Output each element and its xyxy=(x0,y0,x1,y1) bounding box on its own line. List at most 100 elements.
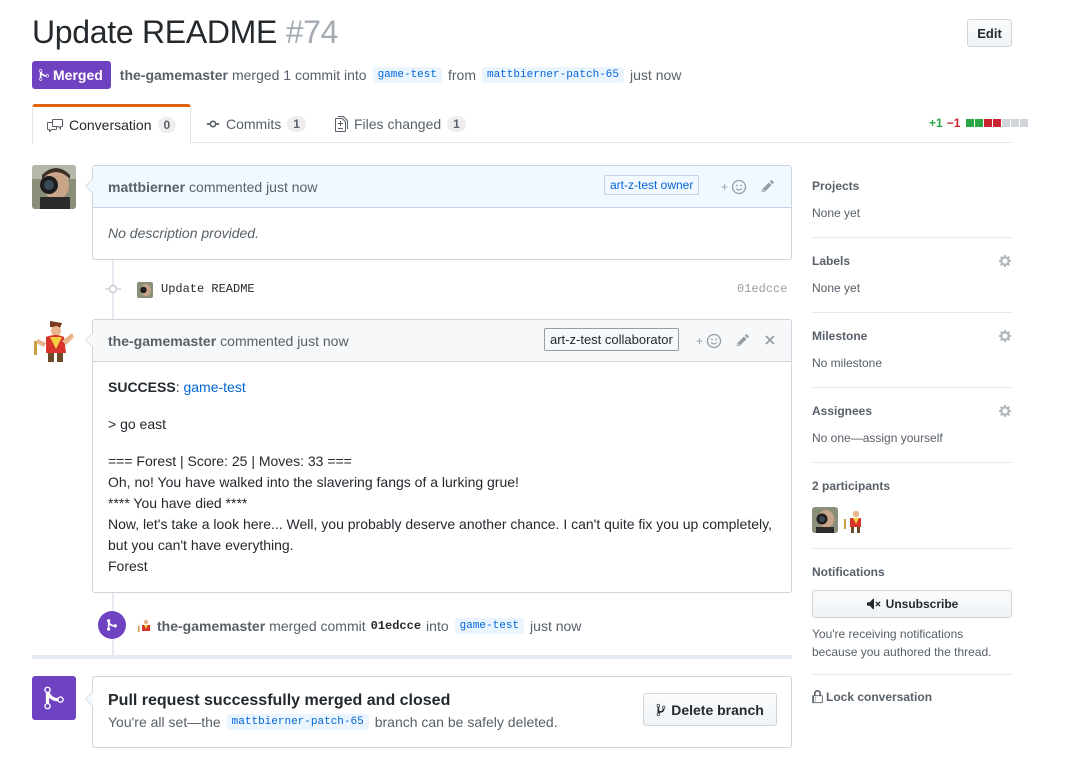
merge-action-text: merged 1 commit into xyxy=(231,67,367,83)
author-role-badge: art-z-test collaborator xyxy=(544,328,679,351)
base-branch-ref[interactable]: game-test xyxy=(372,67,442,83)
pr-meta: Merged the-gamemaster merged 1 commit in… xyxy=(32,61,681,89)
comment-header: mattbierner commented just now art-z-tes… xyxy=(93,166,791,208)
gear-icon[interactable] xyxy=(998,329,1012,343)
assign-yourself-link[interactable]: No one—assign yourself xyxy=(812,431,943,445)
tab-conversation[interactable]: Conversation 0 xyxy=(32,104,192,144)
avatar-the-gamemaster-small-icon[interactable] xyxy=(137,618,153,634)
merge-box-branch[interactable]: mattbierner-patch-65 xyxy=(226,714,369,730)
svg-text:+: + xyxy=(721,180,728,194)
merge-event-text: merged commit xyxy=(269,618,366,634)
diffstat-block xyxy=(984,119,993,127)
file-diff-icon xyxy=(335,115,348,132)
merge-event-author[interactable]: the-gamemaster xyxy=(157,618,265,634)
comment-author[interactable]: mattbierner xyxy=(108,179,185,195)
merge-box-text: You're all set—the mattbierner-patch-65 … xyxy=(108,714,558,730)
sidebar-heading[interactable]: Projects xyxy=(812,179,859,193)
merged-status-icon-box xyxy=(32,676,76,720)
sidebar-value: None yet xyxy=(812,281,861,295)
output-line: Now, let's take a look here... Well, you… xyxy=(108,516,772,553)
timeline-divider xyxy=(32,655,792,659)
merge-event-time[interactable]: just now xyxy=(530,618,581,634)
pr-title: Update README xyxy=(32,14,278,50)
comment-the-gamemaster: the-gamemaster commented just now art-z-… xyxy=(85,319,792,593)
sidebar-value: None yet xyxy=(812,206,861,220)
commit-icon xyxy=(206,120,220,127)
merge-event-branch[interactable]: game-test xyxy=(454,618,525,634)
sidebar-assignees: Assignees No one—assign yourself xyxy=(812,388,1012,463)
delete-branch-label: Delete branch xyxy=(671,701,764,718)
avatar[interactable] xyxy=(32,165,76,209)
mute-icon xyxy=(866,598,881,610)
diffstat-block xyxy=(975,119,984,127)
comment-author[interactable]: the-gamemaster xyxy=(108,333,216,349)
merge-event: the-gamemaster merged commit 01edcce int… xyxy=(137,616,581,636)
edit-button[interactable]: Edit xyxy=(967,19,1012,47)
merge-event-badge xyxy=(98,611,126,639)
add-reaction-icon[interactable]: + xyxy=(696,333,724,349)
pr-number: #74 xyxy=(285,14,339,50)
diffstat[interactable]: +1 −1 xyxy=(929,116,1029,130)
tab-commits[interactable]: Commits 1 xyxy=(206,104,306,143)
sidebar-labels: Labels None yet xyxy=(812,238,1012,313)
sidebar-heading: Milestone xyxy=(812,329,868,343)
tab-counter: 1 xyxy=(287,115,306,132)
merge-event-sha[interactable]: 01edcce xyxy=(371,619,421,633)
avatar-mattbierner-small-icon xyxy=(137,282,153,298)
avatar-mattbierner-icon xyxy=(32,165,76,209)
sidebar-heading: Labels xyxy=(812,254,851,268)
diffstat-block xyxy=(1020,119,1029,127)
notifications-reason: You're receiving notifications because y… xyxy=(812,625,991,661)
merge-status-box: Pull request successfully merged and clo… xyxy=(85,676,792,748)
sidebar-milestone: Milestone No milestone xyxy=(812,313,1012,388)
deletions-count: −1 xyxy=(946,116,961,130)
pr-author-link[interactable]: the-gamemaster xyxy=(120,67,228,83)
tab-label: Conversation xyxy=(69,117,152,133)
avatar-the-gamemaster-icon xyxy=(32,319,76,363)
avatar[interactable] xyxy=(32,319,76,363)
pencil-icon[interactable] xyxy=(736,333,750,347)
close-icon[interactable] xyxy=(764,334,776,346)
diffstat-block xyxy=(966,119,975,127)
tab-counter: 1 xyxy=(447,115,466,132)
comment-mattbierner: mattbierner commented just now art-z-tes… xyxy=(85,165,792,260)
gear-icon[interactable] xyxy=(998,404,1012,418)
commit-message-link[interactable]: Update README xyxy=(161,282,255,296)
git-merge-icon xyxy=(44,686,64,710)
gear-icon[interactable] xyxy=(998,254,1012,268)
sidebar-projects: Projects None yet xyxy=(812,165,1012,238)
lock-conversation-label: Lock conversation xyxy=(826,690,933,704)
commit-author-avatar[interactable] xyxy=(137,282,153,298)
sidebar-heading: Assignees xyxy=(812,404,873,418)
branch-icon xyxy=(656,703,666,716)
pencil-icon[interactable] xyxy=(761,179,775,193)
comment-timestamp[interactable]: commented just now xyxy=(189,179,317,195)
comment-timestamp[interactable]: commented just now xyxy=(220,333,348,349)
game-link[interactable]: game-test xyxy=(183,379,245,395)
comment-discussion-icon xyxy=(47,119,63,132)
unsubscribe-button[interactable]: Unsubscribe xyxy=(812,590,1012,618)
participant-avatar-the-gamemaster-icon[interactable] xyxy=(842,507,868,533)
comment-caret xyxy=(85,178,93,194)
merge-event-into: into xyxy=(426,618,449,634)
diffstat-block xyxy=(1002,119,1011,127)
tab-files-changed[interactable]: Files changed 1 xyxy=(335,104,466,143)
output-line: === Forest | Score: 25 | Moves: 33 === xyxy=(108,453,352,469)
comment-body: SUCCESS: game-test > go east === Forest … xyxy=(93,362,791,592)
delete-branch-button[interactable]: Delete branch xyxy=(643,693,777,726)
tab-label: Commits xyxy=(226,115,282,132)
head-branch-ref[interactable]: mattbierner-patch-65 xyxy=(481,67,625,83)
merge-icon xyxy=(39,69,49,81)
page-title: Update README #74 xyxy=(32,14,338,51)
add-reaction-icon[interactable]: + xyxy=(721,179,749,195)
output-line: Forest xyxy=(108,558,148,574)
participant-avatar-mattbierner-icon[interactable] xyxy=(812,507,838,533)
commit-sha-link[interactable]: 01edcce xyxy=(737,282,787,296)
merge-box-text2: branch can be safely deleted. xyxy=(374,714,558,730)
additions-count: +1 xyxy=(929,116,943,130)
tab-label: Files changed xyxy=(354,115,442,132)
success-label: SUCCESS xyxy=(108,379,176,395)
commit-dot-icon xyxy=(105,284,121,294)
game-output: === Forest | Score: 25 | Moves: 33 === O… xyxy=(108,451,776,577)
lock-conversation-link[interactable]: Lock conversation xyxy=(812,690,932,704)
